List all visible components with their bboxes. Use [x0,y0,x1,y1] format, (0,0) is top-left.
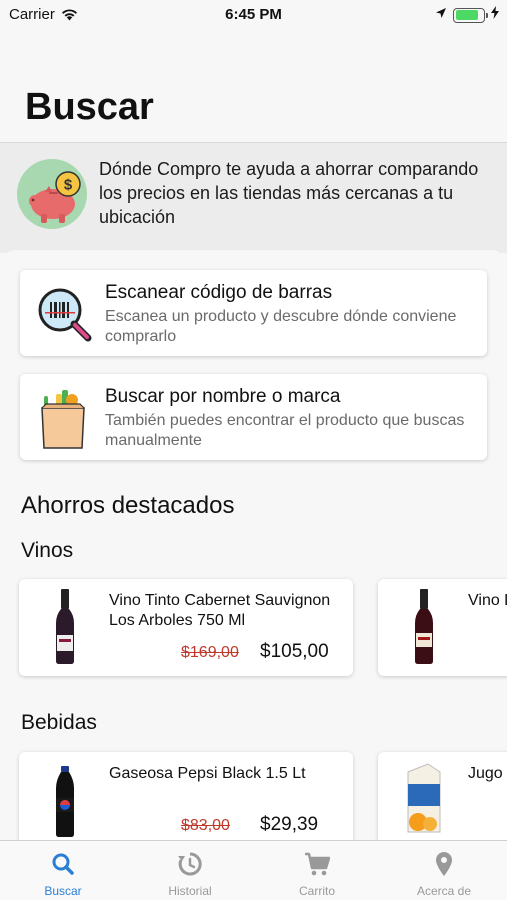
location-arrow-icon [435,6,447,24]
product-card[interactable]: Jugo 500 I [378,752,507,849]
product-old-price: $169,00 [181,644,239,661]
tab-acerca-de[interactable]: Acerca de [381,841,507,900]
scan-barcode-card[interactable]: Escanear código de barras Escanea un pro… [20,270,487,356]
product-card[interactable]: Vino Tinto Cabernet Sauvignon Los Arbole… [19,579,353,676]
product-name: Jugo 500 I [468,765,507,782]
product-name: Gaseosa Pepsi Black 1.5 Lt [109,765,306,782]
tab-bar: Buscar Historial Carrito Acerca de [0,840,507,900]
product-card[interactable]: Gaseosa Pepsi Black 1.5 Lt $83,00 $29,39 [19,752,353,849]
location-pin-icon [431,851,457,877]
scan-barcode-title: Escanear código de barras [105,282,333,303]
search-by-name-description: También puedes encontrar el producto que… [105,412,465,449]
search-by-name-card[interactable]: Buscar por nombre o marca También puedes… [20,374,487,460]
battery-level [455,10,479,20]
scan-barcode-description: Escanea un producto y descubre dónde con… [105,308,457,345]
search-by-name-title: Buscar por nombre o marca [105,386,341,407]
category-title-vinos: Vinos [21,539,74,562]
search-icon [50,851,76,877]
tab-buscar[interactable]: Buscar [0,841,126,900]
featured-savings-title: Ahorros destacados [21,492,235,519]
tab-historial[interactable]: Historial [127,841,253,900]
clock: 6:45 PM [225,6,282,23]
status-indicators [435,6,499,24]
charging-bolt-icon [491,6,499,24]
product-name: Vino Tinto Cabernet Sauvignon Los Arbole… [109,592,331,629]
juice-carton-image [400,762,448,838]
content-sheet: Escanear código de barras Escanea un pro… [0,250,507,850]
product-price: $105,00 [260,641,329,662]
tab-label: Buscar [44,884,82,898]
intro-text: Dónde Compro te ayuda a ahorrar comparan… [99,159,479,227]
tab-label: Carrito [298,884,335,898]
wine-bottle-image [45,589,85,665]
product-card[interactable]: Vino Los A [378,579,507,676]
intro-banner: $ Dónde Compro te ayuda a ahorrar compar… [0,143,507,253]
product-name: Vino Los A [468,592,507,609]
history-icon [177,851,203,877]
tab-label: Historial [168,884,212,898]
category-title-bebidas: Bebidas [21,711,97,734]
soda-bottle-image [45,762,85,838]
tab-label: Acerca de [416,884,472,898]
grocery-bag-icon [32,386,96,450]
barcode-magnifier-icon [32,282,96,346]
status-bar: Carrier 6:45 PM [0,0,507,28]
page-title: Buscar [25,86,154,128]
svg-text:$: $ [64,177,73,194]
piggy-bank-icon: $ [17,159,87,229]
product-old-price: $83,00 [181,817,230,834]
tab-carrito[interactable]: Carrito [254,841,380,900]
wine-bottle-image [404,589,444,665]
cart-icon [304,851,331,877]
battery-icon [453,7,488,23]
product-price: $29,39 [260,814,319,835]
